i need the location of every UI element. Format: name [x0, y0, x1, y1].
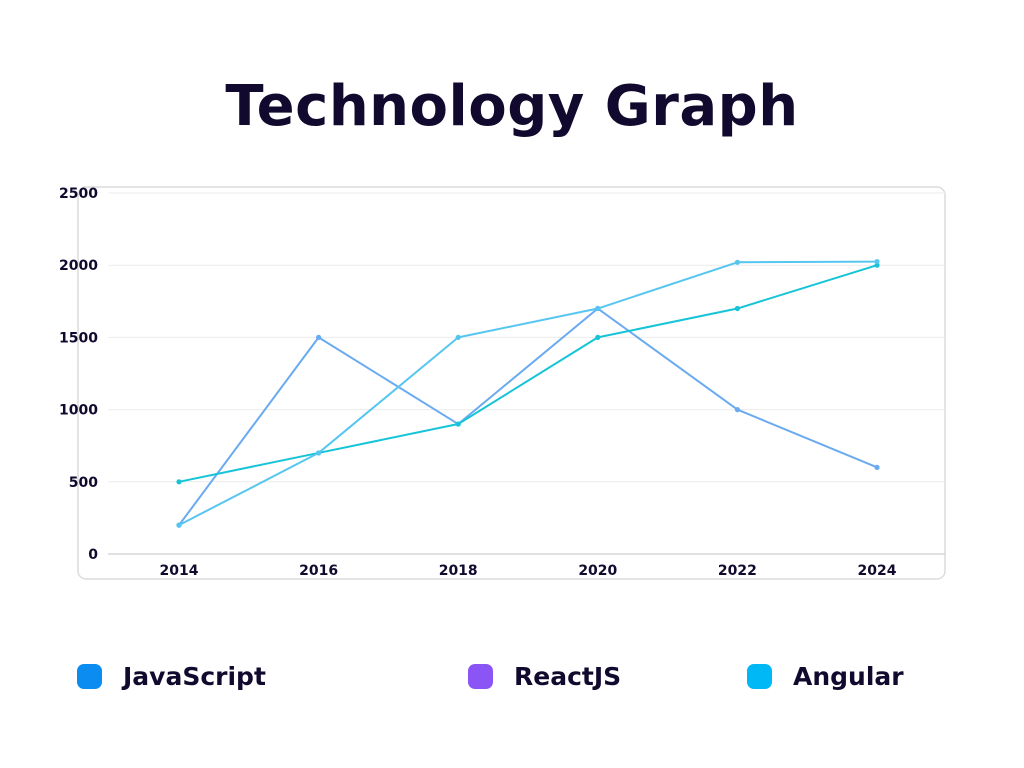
data-point-angular — [595, 305, 601, 312]
x-tick-label: 2020 — [578, 563, 617, 579]
data-point-reactjs — [734, 305, 741, 312]
data-point-angular — [455, 334, 461, 340]
x-tick-label: 2018 — [439, 563, 478, 579]
data-point-javascript — [316, 334, 322, 340]
data-point-angular — [316, 450, 322, 456]
series-line-reactjs — [178, 264, 878, 483]
line-chart: 0 500 1000 1500 2000 2500 2014 2016 2018 2020 202… — [59, 186, 946, 580]
y-tick-label: 1000 — [59, 403, 98, 419]
legend-label-javascript: JavaScript — [123, 661, 266, 691]
x-tick-label: 2014 — [160, 563, 199, 579]
data-point-reactjs — [455, 421, 461, 427]
legend: JavaScript ReactJS Angular — [0, 656, 1024, 700]
legend-label-reactjs: ReactJS — [514, 661, 622, 691]
legend-label-angular: Angular — [793, 661, 904, 691]
x-tick-label: 2016 — [299, 563, 338, 579]
y-tick-label: 0 — [88, 547, 98, 563]
legend-swatch-javascript — [77, 663, 102, 689]
y-tick-label: 500 — [69, 475, 98, 491]
legend-item-javascript[interactable]: JavaScript — [77, 656, 266, 696]
x-tick-label: 2022 — [718, 563, 757, 579]
y-tick-label: 1500 — [59, 330, 98, 346]
data-point-angular — [176, 522, 182, 528]
data-point-javascript — [734, 407, 741, 413]
data-point-javascript — [874, 464, 880, 470]
legend-swatch-angular — [747, 663, 772, 689]
series-line-angular — [178, 260, 878, 527]
y-tick-label: 2500 — [59, 186, 98, 202]
legend-swatch-reactjs — [468, 663, 493, 689]
legend-item-reactjs[interactable]: ReactJS — [468, 656, 621, 696]
data-point-angular — [734, 259, 741, 265]
data-point-angular — [874, 258, 880, 265]
y-tick-label: 2000 — [59, 258, 98, 274]
data-point-reactjs — [176, 479, 182, 485]
series-line-javascript — [178, 307, 878, 527]
legend-item-angular[interactable]: Angular — [747, 656, 904, 696]
data-point-reactjs — [595, 334, 601, 340]
x-tick-label: 2024 — [858, 563, 897, 579]
plot-frame — [77, 186, 946, 580]
